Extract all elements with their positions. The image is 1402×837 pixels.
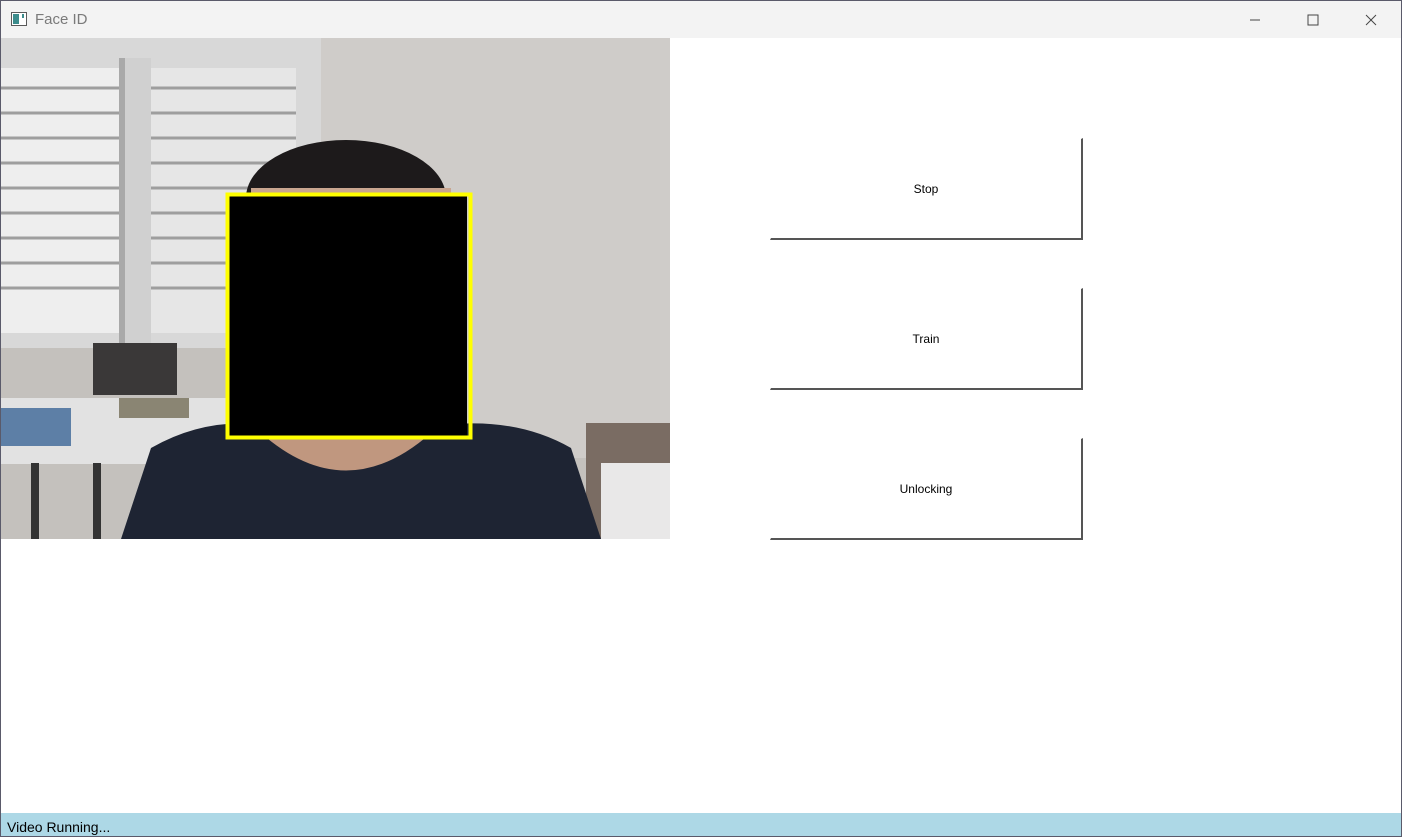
app-icon [11, 12, 27, 26]
title-bar[interactable]: Face ID [1, 1, 1401, 38]
window-title: Face ID [35, 11, 88, 28]
close-icon [1365, 14, 1377, 25]
status-bar: Video Running... [1, 813, 1401, 836]
face-id-window: Face ID Stop Train Unlocking Video Runni… [0, 0, 1402, 837]
video-feed [1, 38, 670, 539]
maximize-icon [1307, 14, 1319, 25]
close-button[interactable] [1342, 1, 1400, 38]
maximize-button[interactable] [1284, 1, 1342, 38]
minimize-icon [1250, 19, 1260, 20]
status-text: Video Running... [7, 819, 111, 835]
unlocking-button[interactable]: Unlocking [770, 438, 1083, 540]
camera-frame [1, 38, 670, 539]
minimize-button[interactable] [1226, 1, 1284, 38]
stop-button[interactable]: Stop [770, 138, 1083, 240]
train-button[interactable]: Train [770, 288, 1083, 390]
